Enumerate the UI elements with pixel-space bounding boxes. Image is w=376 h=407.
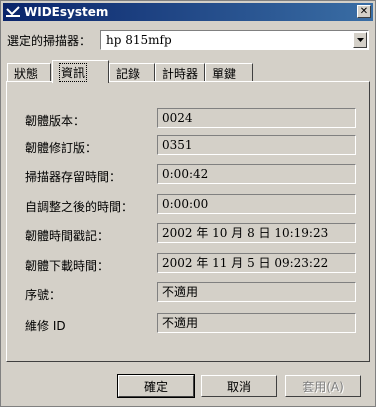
scanner-lifetime-value: 0:00:42 (157, 164, 356, 184)
tab-single-key-label: 單鍵 (212, 66, 237, 81)
tab-single-key[interactable]: 單鍵 (205, 63, 253, 82)
tab-status[interactable]: 狀態 (7, 63, 51, 82)
close-button[interactable]: ✕ (357, 5, 371, 18)
firmware-timestamp-value: 2002 年 10 月 8 日 10:19:23 (157, 223, 356, 243)
scanner-selector-row: 選定的掃描器： hp 815mfp (7, 30, 369, 50)
serial-number-value: 不適用 (157, 282, 356, 302)
window-title: WIDEsystem (24, 5, 109, 19)
time-since-calibration-label: 自調整之後的時間： (25, 200, 134, 214)
firmware-revision-label: 韌體修訂版： (25, 141, 98, 155)
firmware-download-time-value: 2002 年 11 月 5 日 09:23:22 (157, 253, 356, 273)
tab-timer[interactable]: 計時器 (155, 63, 205, 82)
widesystem-dialog: WIDEsystem ✕ 選定的掃描器： hp 815mfp 狀態 資訊 記錄 … (0, 0, 376, 407)
scanner-lifetime-label: 掃描器存留時間： (25, 170, 122, 184)
tab-strip: 狀態 資訊 記錄 計時器 單鍵 (7, 60, 369, 83)
info-panel: 韌體版本： 0024 韌體修訂版： 0351 掃描器存留時間： 0:00:42 … (6, 81, 370, 362)
scanner-select[interactable]: hp 815mfp (100, 30, 369, 50)
tab-status-label: 狀態 (14, 66, 39, 81)
firmware-version-label: 韌體版本： (25, 114, 86, 128)
tab-info[interactable]: 資訊 (52, 60, 109, 83)
serial-number-label: 序號： (25, 288, 62, 302)
apply-button[interactable]: 套用(A) (285, 375, 361, 397)
title-bar[interactable]: WIDEsystem ✕ (3, 3, 373, 21)
chevron-down-icon (356, 38, 364, 42)
firmware-version-value: 0024 (157, 108, 356, 128)
tab-timer-label: 計時器 (162, 66, 199, 81)
tab-log[interactable]: 記錄 (109, 63, 155, 82)
dropdown-button[interactable] (353, 32, 367, 48)
ok-button[interactable]: 確定 (117, 374, 195, 398)
scanner-label: 選定的掃描器： (7, 34, 92, 48)
firmware-revision-value: 0351 (157, 135, 356, 155)
firmware-timestamp-label: 韌體時間戳記： (25, 229, 110, 243)
tab-log-label: 記錄 (116, 66, 141, 81)
firmware-download-time-label: 韌體下載時間： (25, 259, 110, 273)
service-id-label: 維修 ID (25, 319, 66, 333)
tab-info-label: 資訊 (59, 62, 88, 82)
app-icon (6, 5, 20, 19)
cancel-button[interactable]: 取消 (201, 375, 277, 397)
close-icon: ✕ (359, 6, 369, 17)
time-since-calibration-value: 0:00:00 (157, 194, 356, 214)
service-id-value: 不適用 (157, 313, 356, 333)
scanner-select-value: hp 815mfp (106, 33, 172, 47)
